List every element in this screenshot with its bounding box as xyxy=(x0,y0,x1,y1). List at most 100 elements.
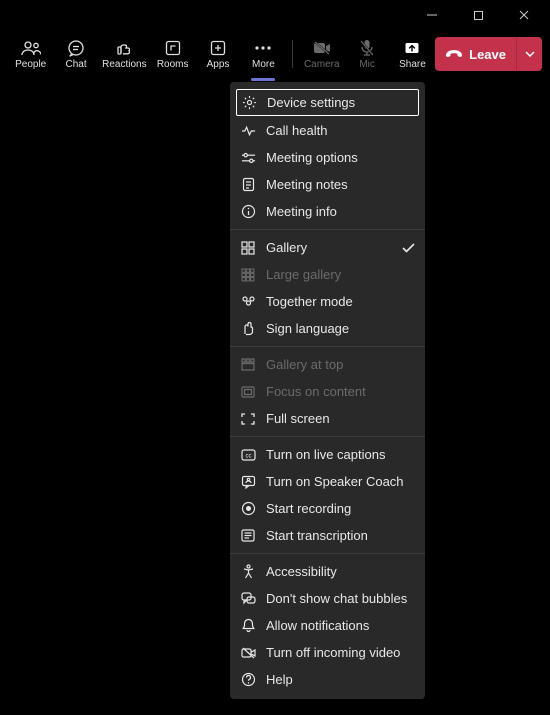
chat-button[interactable]: Chat xyxy=(53,31,98,77)
gallery-icon xyxy=(240,240,256,256)
leave-group: Leave xyxy=(435,37,542,71)
leave-options-button[interactable] xyxy=(516,37,542,71)
menu-label: Together mode xyxy=(266,294,415,309)
pulse-icon xyxy=(240,123,256,139)
menu-meeting-info[interactable]: Meeting info xyxy=(230,198,425,225)
menu-turn-off-video[interactable]: Turn off incoming video xyxy=(230,639,425,666)
rooms-icon xyxy=(165,39,181,57)
leave-button[interactable]: Leave xyxy=(435,37,516,71)
menu-meeting-notes[interactable]: Meeting notes xyxy=(230,171,425,198)
video-off-icon xyxy=(240,645,256,661)
menu-label: Start recording xyxy=(266,501,415,516)
captions-icon: cc xyxy=(240,447,256,463)
accessibility-icon xyxy=(240,564,256,580)
toolbar-separator xyxy=(292,40,293,68)
menu-label: Meeting options xyxy=(266,150,415,165)
menu-label: Gallery at top xyxy=(266,357,415,372)
menu-call-health[interactable]: Call health xyxy=(230,117,425,144)
people-button[interactable]: People xyxy=(8,31,53,77)
menu-label: Allow notifications xyxy=(266,618,415,633)
camera-button[interactable]: Camera xyxy=(299,31,344,77)
menu-gallery[interactable]: Gallery xyxy=(230,234,425,261)
apps-icon xyxy=(210,39,226,57)
window-titlebar xyxy=(0,0,550,30)
menu-label: Sign language xyxy=(266,321,415,336)
coach-icon xyxy=(240,474,256,490)
menu-label: Accessibility xyxy=(266,564,415,579)
chat-label: Chat xyxy=(65,59,86,70)
mic-off-icon xyxy=(360,39,374,57)
menu-accessibility[interactable]: Accessibility xyxy=(230,558,425,585)
menu-gallery-at-top: Gallery at top xyxy=(230,351,425,378)
sliders-icon xyxy=(240,150,256,166)
menu-label: Meeting info xyxy=(266,204,415,219)
apps-label: Apps xyxy=(207,59,230,70)
camera-label: Camera xyxy=(304,59,340,70)
record-icon xyxy=(240,501,256,517)
help-icon xyxy=(240,672,256,688)
menu-label: Meeting notes xyxy=(266,177,415,192)
notes-icon xyxy=(240,177,256,193)
reactions-label: Reactions xyxy=(102,59,146,70)
menu-live-captions[interactable]: cc Turn on live captions xyxy=(230,441,425,468)
share-button[interactable]: Share xyxy=(390,31,435,77)
share-label: Share xyxy=(399,59,426,70)
bell-icon xyxy=(240,618,256,634)
window-maximize-button[interactable] xyxy=(456,0,500,30)
menu-start-transcription[interactable]: Start transcription xyxy=(230,522,425,549)
chat-bubbles-icon xyxy=(240,591,256,607)
chevron-down-icon xyxy=(525,51,535,57)
menu-allow-notifications[interactable]: Allow notifications xyxy=(230,612,425,639)
people-label: People xyxy=(15,59,46,70)
rooms-button[interactable]: Rooms xyxy=(150,31,195,77)
reactions-button[interactable]: Reactions xyxy=(99,31,150,77)
menu-together-mode[interactable]: Together mode xyxy=(230,288,425,315)
info-icon xyxy=(240,204,256,220)
menu-device-settings[interactable]: Device settings xyxy=(236,89,419,116)
window-minimize-button[interactable] xyxy=(410,0,454,30)
meeting-toolbar: People Chat Reactions Rooms xyxy=(0,30,550,78)
menu-label: Turn off incoming video xyxy=(266,645,415,660)
share-icon xyxy=(404,39,420,57)
menu-chat-bubbles[interactable]: Don't show chat bubbles xyxy=(230,585,425,612)
menu-help[interactable]: Help xyxy=(230,666,425,693)
together-icon xyxy=(240,294,256,310)
chat-icon xyxy=(67,39,85,57)
hangup-icon xyxy=(445,49,463,59)
menu-label: Turn on live captions xyxy=(266,447,415,462)
large-gallery-icon xyxy=(240,267,256,283)
more-label: More xyxy=(252,59,275,70)
camera-off-icon xyxy=(313,39,331,57)
menu-meeting-options[interactable]: Meeting options xyxy=(230,144,425,171)
menu-label: Large gallery xyxy=(266,267,415,282)
gear-icon xyxy=(241,95,257,111)
menu-label: Start transcription xyxy=(266,528,415,543)
transcription-icon xyxy=(240,528,256,544)
menu-sign-language[interactable]: Sign language xyxy=(230,315,425,342)
gallery-top-icon xyxy=(240,357,256,373)
more-icon xyxy=(254,39,272,57)
menu-label: Focus on content xyxy=(266,384,415,399)
mic-button[interactable]: Mic xyxy=(344,31,389,77)
apps-button[interactable]: Apps xyxy=(195,31,240,77)
check-icon xyxy=(401,243,415,253)
menu-label: Full screen xyxy=(266,411,415,426)
people-icon xyxy=(21,39,41,57)
menu-large-gallery: Large gallery xyxy=(230,261,425,288)
reactions-icon xyxy=(115,39,133,57)
menu-full-screen[interactable]: Full screen xyxy=(230,405,425,432)
menu-speaker-coach[interactable]: Turn on Speaker Coach xyxy=(230,468,425,495)
leave-label: Leave xyxy=(469,47,506,62)
more-menu: Device settings Call health Meeting opti… xyxy=(230,82,425,699)
menu-start-recording[interactable]: Start recording xyxy=(230,495,425,522)
menu-label: Call health xyxy=(266,123,415,138)
fullscreen-icon xyxy=(240,411,256,427)
window-close-button[interactable] xyxy=(502,0,546,30)
menu-label: Don't show chat bubbles xyxy=(266,591,415,606)
menu-label: Help xyxy=(266,672,415,687)
svg-text:cc: cc xyxy=(245,453,251,459)
menu-label: Turn on Speaker Coach xyxy=(266,474,415,489)
hand-icon xyxy=(240,321,256,337)
more-button[interactable]: More xyxy=(241,31,286,77)
focus-icon xyxy=(240,384,256,400)
